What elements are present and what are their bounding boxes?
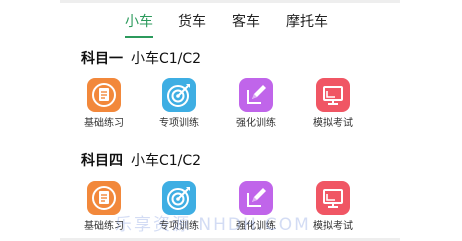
section-heading: 科目一 [81,51,123,67]
tab-motorcycle-label: 摩托车 [286,14,328,30]
tile-label: 专项训练 [159,118,199,129]
basic-practice-button[interactable]: 基础练习 [72,78,134,129]
mock-exam-button[interactable]: 模拟考试 [301,78,363,129]
section-license-type: 小车C1/C2 [131,153,202,169]
tab-car-label: 小车 [125,14,153,30]
special-training-button[interactable]: 专项训练 [147,78,209,129]
tile-label: 基础练习 [84,118,124,129]
section-title-subject-one: 科目一 小车C1/C2 [81,49,201,69]
tab-bus[interactable]: 客车 [232,12,260,40]
monitor-icon [316,78,350,112]
tab-motorcycle[interactable]: 摩托车 [286,12,328,40]
target-icon [162,78,196,112]
watermark: 乐享资源 NHDH.COM [115,215,311,235]
active-tab-indicator [125,36,153,38]
pencil-icon [239,78,273,112]
intensive-training-button[interactable]: 强化训练 [224,78,286,129]
document-icon [87,78,121,112]
section-license-type: 小车C1/C2 [131,51,202,67]
tab-truck[interactable]: 货车 [178,12,206,40]
top-divider [60,0,400,3]
section-heading: 科目四 [81,153,123,169]
tab-truck-label: 货车 [178,14,206,30]
tile-label: 模拟考试 [313,118,353,129]
tile-label: 强化训练 [236,118,276,129]
vehicle-tabs: 小车 货车 客车 摩托车 [0,12,462,42]
tab-bus-label: 客车 [232,14,260,30]
tab-car[interactable]: 小车 [125,12,153,40]
monitor-icon [316,181,350,215]
section-title-subject-four: 科目四 小车C1/C2 [81,151,201,171]
